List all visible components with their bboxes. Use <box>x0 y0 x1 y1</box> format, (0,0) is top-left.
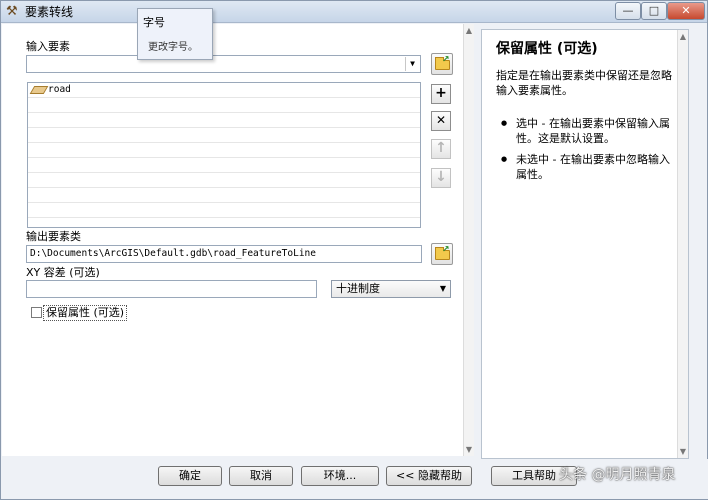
list-item-empty <box>28 98 420 113</box>
list-item-empty <box>28 203 420 218</box>
title-bar: ⚒ 要素转线 — □ ✕ <box>1 1 707 23</box>
help-pane: 保留属性 (可选) 指定是在输出要素类中保留还是忽略输入要素属性。 选中 - 在… <box>481 29 689 459</box>
scroll-down-icon[interactable]: ▼ <box>464 445 474 454</box>
move-up-button[interactable]: ↑ <box>431 139 451 159</box>
input-features-dropdown[interactable]: ▼ <box>26 55 421 73</box>
help-list-item: 未选中 - 在输出要素中忽略输入属性。 <box>501 152 672 182</box>
help-description: 指定是在输出要素类中保留还是忽略输入要素属性。 <box>496 69 672 97</box>
scroll-up-icon[interactable]: ▲ <box>678 32 688 41</box>
preserve-attributes-label[interactable]: 保留属性 (可选) <box>43 305 128 321</box>
units-dropdown[interactable]: 十进制度 ▼ <box>331 280 451 298</box>
help-list: 选中 - 在输出要素中保留输入属性。这是默认设置。 未选中 - 在输出要素中忽略… <box>501 116 672 188</box>
dialog-window: ⚒ 要素转线 — □ ✕ 输入要素 ▼ ↗ road + ✕ ↑ ↓ 输出要素类… <box>0 0 708 500</box>
chevron-down-icon[interactable]: ▼ <box>405 57 419 71</box>
input-features-label: 输入要素 <box>26 40 70 53</box>
line-layer-icon <box>29 86 49 94</box>
add-button[interactable]: + <box>431 84 451 104</box>
maximize-button[interactable]: □ <box>641 2 667 20</box>
minimize-button[interactable]: — <box>615 2 641 20</box>
output-field[interactable]: D:\Documents\ArcGIS\Default.gdb\road_Fea… <box>26 245 422 263</box>
close-button[interactable]: ✕ <box>667 2 705 20</box>
chevron-down-icon[interactable]: ▼ <box>440 281 446 297</box>
list-item-empty <box>28 158 420 173</box>
input-features-list[interactable]: road <box>27 82 421 228</box>
preserve-attributes-checkbox[interactable] <box>31 307 42 318</box>
list-item-empty <box>28 143 420 158</box>
list-item-empty <box>28 113 420 128</box>
xy-tolerance-label: XY 容差 (可选) <box>26 266 100 279</box>
list-item-empty <box>28 128 420 143</box>
list-item-empty <box>28 173 420 188</box>
move-down-button[interactable]: ↓ <box>431 168 451 188</box>
help-scrollbar[interactable]: ▲ ▼ <box>677 30 688 458</box>
list-item[interactable]: road <box>28 83 420 98</box>
environments-button[interactable]: 环境... <box>301 466 379 486</box>
xy-tolerance-input[interactable] <box>26 280 317 298</box>
scroll-up-icon[interactable]: ▲ <box>464 26 474 35</box>
help-title: 保留属性 (可选) <box>496 41 598 57</box>
parameters-pane: 输入要素 ▼ ↗ road + ✕ ↑ ↓ 输出要素类 D:\Documents… <box>2 24 474 456</box>
output-label: 输出要素类 <box>26 230 81 243</box>
font-size-tooltip: 字号 更改字号。 <box>137 8 213 60</box>
window-title: 要素转线 <box>25 5 74 19</box>
remove-button[interactable]: ✕ <box>431 111 451 131</box>
browse-output-button[interactable]: ↗ <box>431 243 453 265</box>
scroll-down-icon[interactable]: ▼ <box>678 447 688 456</box>
browse-input-button[interactable]: ↗ <box>431 53 453 75</box>
help-list-item: 选中 - 在输出要素中保留输入属性。这是默认设置。 <box>501 116 672 146</box>
list-item-empty <box>28 188 420 203</box>
cancel-button[interactable]: 取消 <box>229 466 293 486</box>
open-arrow-icon: ↗ <box>442 55 450 65</box>
hammer-icon: ⚒ <box>6 4 18 19</box>
tooltip-title: 字号 <box>143 16 165 29</box>
ok-button[interactable]: 确定 <box>158 466 222 486</box>
tooltip-body: 更改字号。 <box>148 42 198 53</box>
hide-help-button[interactable]: << 隐藏帮助 <box>386 466 472 486</box>
units-selected: 十进制度 <box>336 282 380 295</box>
list-item-label: road <box>48 84 71 95</box>
open-arrow-icon: ↗ <box>442 245 450 255</box>
left-scrollbar[interactable]: ▲ ▼ <box>463 24 474 456</box>
watermark: 头条 @明月照青泉 <box>559 467 676 483</box>
